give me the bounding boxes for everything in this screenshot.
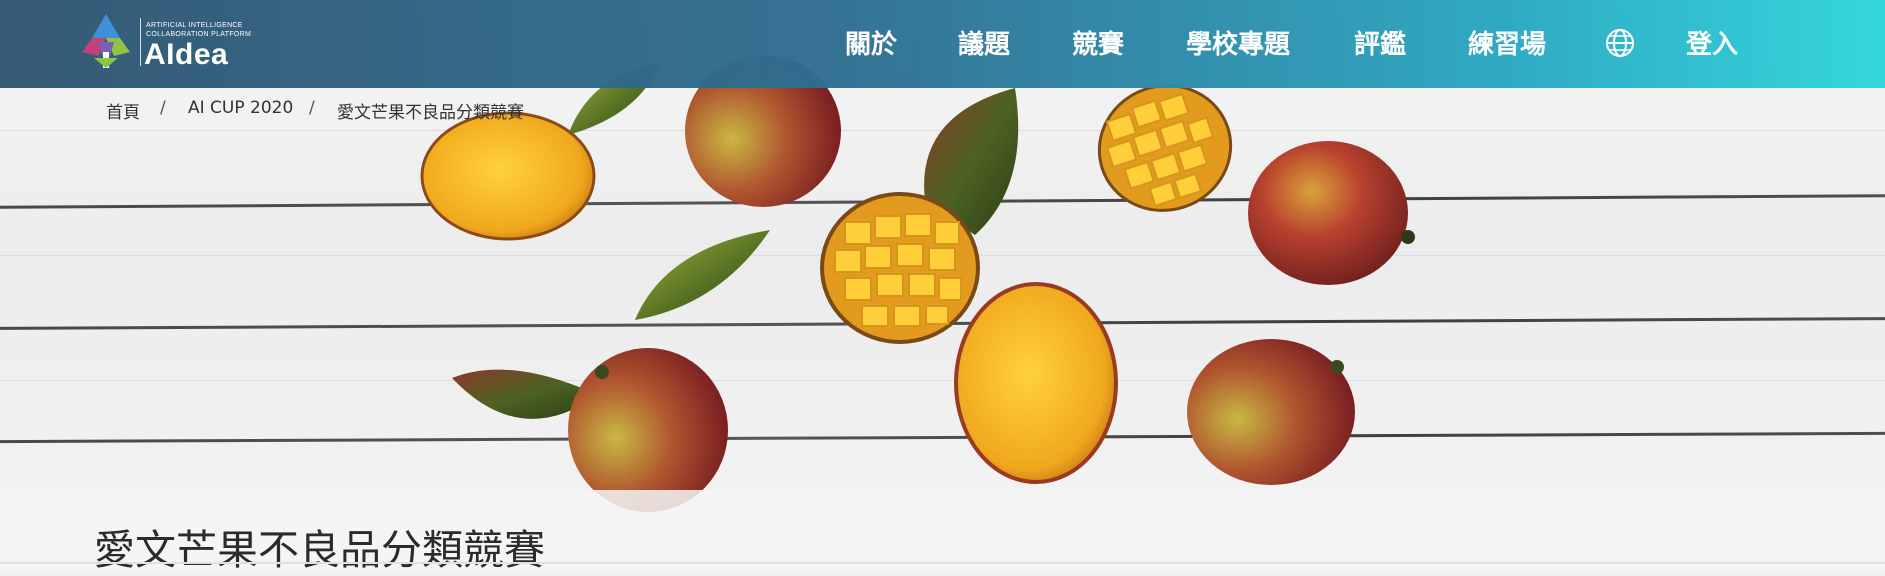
nav-item-evaluation[interactable]: 評鑑 <box>1354 24 1406 61</box>
nav-item-about[interactable]: 關於 <box>845 24 897 61</box>
globe-icon[interactable] <box>1604 27 1636 59</box>
logo-tagline-line1: ARTIFICIAL INTELLIGENCE <box>146 22 243 29</box>
nav-item-playground[interactable]: 練習場 <box>1468 24 1546 61</box>
breadcrumb-home[interactable]: 首頁 <box>106 98 140 123</box>
mango-cubed <box>820 192 980 344</box>
breadcrumb-current: 愛文芒果不良品分類競賽 <box>337 103 524 123</box>
mango-half <box>420 111 596 241</box>
nav-item-school-projects[interactable]: 學校專題 <box>1186 24 1290 61</box>
page-title: 愛文芒果不良品分類競賽 <box>94 526 545 574</box>
logo-mark-icon <box>82 14 130 68</box>
mango-whole <box>1187 339 1355 485</box>
leaf <box>635 230 770 320</box>
breadcrumb-ai-cup[interactable]: AI CUP 2020 <box>188 98 293 118</box>
aidea-logo[interactable]: ARTIFICIAL INTELLIGENCE COLLABORATION PL… <box>80 12 260 72</box>
logo-tagline: ARTIFICIAL INTELLIGENCE COLLABORATION PL… <box>146 21 251 39</box>
logo-divider <box>140 18 141 66</box>
breadcrumb-separator: / <box>309 98 315 118</box>
mango-whole <box>568 348 728 512</box>
nav-item-topics[interactable]: 議題 <box>958 24 1010 61</box>
nav-item-competitions[interactable]: 競賽 <box>1072 24 1124 61</box>
login-button[interactable]: 登入 <box>1686 24 1738 61</box>
logo-wordmark: AIdea <box>144 38 229 71</box>
mango-half <box>954 282 1118 484</box>
breadcrumb-separator: / <box>160 98 166 118</box>
top-navigation-bar: ARTIFICIAL INTELLIGENCE COLLABORATION PL… <box>0 0 1885 88</box>
mango-whole <box>1248 141 1408 285</box>
divider <box>0 562 1885 564</box>
mango-cubed <box>1097 84 1233 212</box>
